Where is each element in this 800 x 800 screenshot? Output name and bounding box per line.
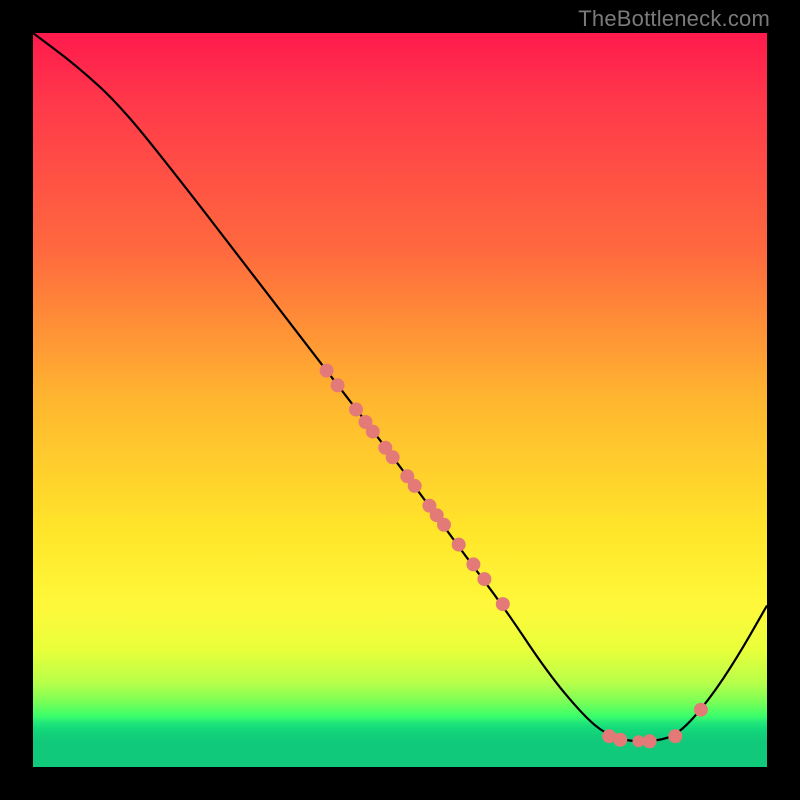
data-dot [643,734,657,748]
data-dot [437,518,451,532]
data-dot [366,425,380,439]
data-dot [320,364,334,378]
data-dot [466,557,480,571]
data-dot [386,450,400,464]
bottleneck-curve [33,33,767,741]
data-dot [694,703,708,717]
data-dot [349,403,363,417]
chart-frame: TheBottleneck.com [0,0,800,800]
data-dot [477,572,491,586]
watermark-text: TheBottleneck.com [578,6,770,32]
data-dot [613,733,627,747]
data-dots-lower-cluster [602,703,708,749]
data-dot [496,597,510,611]
data-dot [668,729,682,743]
data-dot [408,479,422,493]
data-dots-upper-cluster [320,364,510,611]
data-dot [452,538,466,552]
chart-svg [33,33,767,767]
data-dot [331,378,345,392]
plot-area [33,33,767,767]
